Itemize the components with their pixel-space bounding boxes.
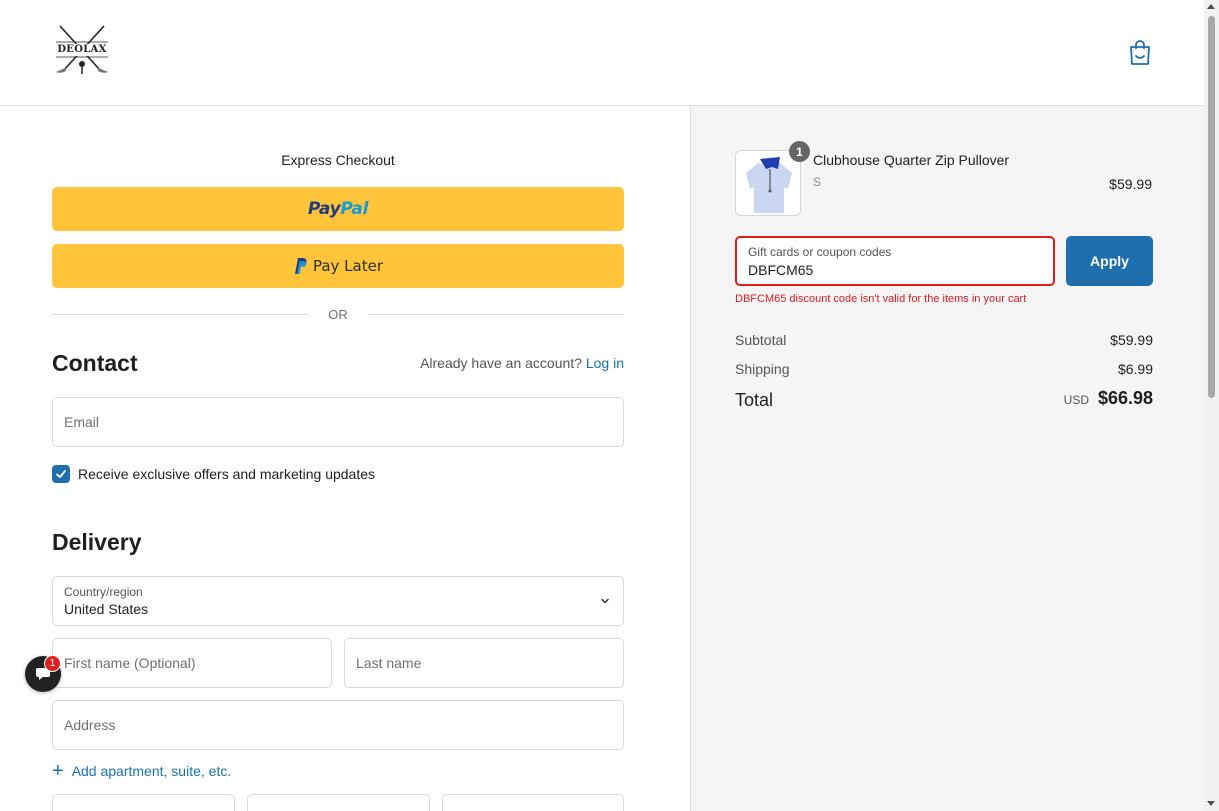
first-name-input[interactable] [53, 639, 331, 687]
subtotal-value: $59.99 [1110, 332, 1153, 348]
email-field[interactable] [52, 397, 624, 447]
country-select[interactable]: Country/region United States [52, 576, 624, 626]
paypal-pay-later-button[interactable]: Pay Later [52, 244, 624, 288]
coupon-label: Gift cards or coupon codes [748, 245, 892, 259]
total-row: Total USD $66.98 [735, 388, 1153, 414]
paypal-logo: PayPal [307, 199, 369, 219]
login-link[interactable]: Log in [586, 355, 624, 371]
product-image [735, 150, 801, 216]
scroll-up-icon[interactable] [1207, 4, 1215, 9]
delivery-heading: Delivery [52, 529, 142, 555]
checkout-header: DEOLAX [0, 0, 1204, 106]
chevron-down-icon [601, 598, 609, 604]
logo-wordmark: DEOLAX [52, 44, 112, 56]
country-label: Country/region [64, 585, 143, 599]
marketing-checkbox[interactable] [52, 465, 70, 483]
or-divider: OR [52, 305, 624, 323]
last-name-field[interactable] [344, 638, 624, 688]
plus-icon: + [52, 760, 64, 782]
email-input[interactable] [53, 398, 623, 446]
pullover-image-icon [736, 151, 800, 215]
quantity-badge: 1 [789, 141, 810, 162]
paypal-icon [294, 258, 307, 274]
shipping-value: $6.99 [1117, 361, 1153, 377]
coupon-input-value[interactable]: DBFCM65 [748, 262, 813, 278]
product-price: $59.99 [1109, 176, 1152, 192]
chat-notification-badge: 1 [44, 655, 61, 672]
shipping-label: Shipping [735, 361, 790, 377]
product-name: Clubhouse Quarter Zip Pullover [813, 152, 1010, 168]
subtotal-row: Subtotal $59.99 [735, 332, 1153, 348]
coupon-field[interactable]: Gift cards or coupon codes DBFCM65 [735, 236, 1055, 286]
first-name-field[interactable] [52, 638, 332, 688]
page-scrollbar[interactable] [1204, 0, 1219, 811]
total-value: $66.98 [1097, 388, 1153, 408]
address-field[interactable] [52, 700, 624, 750]
total-currency: USD [1063, 393, 1089, 407]
express-checkout-title: Express Checkout [281, 152, 395, 168]
contact-heading: Contact [52, 350, 138, 376]
pay-later-label: Pay Later [312, 257, 384, 275]
order-summary: 1 Clubhouse Quarter Zip Pullover S $59.9… [690, 106, 1204, 811]
store-logo[interactable]: DEOLAX [52, 24, 112, 76]
checkout-form-column: Express Checkout PayPal Pay Later OR Con… [0, 106, 690, 811]
marketing-opt-in[interactable]: Receive exclusive offers and marketing u… [52, 464, 375, 484]
account-prompt: Already have an account? Log in [420, 355, 624, 371]
country-value: United States [64, 601, 149, 617]
apply-coupon-button[interactable]: Apply [1066, 236, 1153, 286]
product-variant: S [813, 175, 822, 189]
city-field[interactable] [52, 794, 235, 811]
address-input[interactable] [53, 701, 623, 749]
state-field[interactable] [247, 794, 430, 811]
scroll-down-icon[interactable] [1207, 801, 1215, 806]
subtotal-label: Subtotal [735, 332, 787, 348]
shopping-bag-icon[interactable] [1128, 40, 1152, 66]
paypal-button[interactable]: PayPal [52, 187, 624, 231]
marketing-label: Receive exclusive offers and marketing u… [78, 466, 376, 482]
shipping-row: Shipping $6.99 [735, 361, 1153, 377]
coupon-error-message: DBFCM65 discount code isn't valid for th… [735, 293, 1027, 305]
add-apartment-link[interactable]: + Add apartment, suite, etc. [52, 760, 231, 782]
last-name-input[interactable] [345, 639, 623, 687]
scrollbar-thumb[interactable] [1208, 16, 1215, 398]
total-label: Total [735, 390, 774, 410]
checkmark-icon [56, 470, 66, 478]
zip-field[interactable] [442, 794, 624, 811]
